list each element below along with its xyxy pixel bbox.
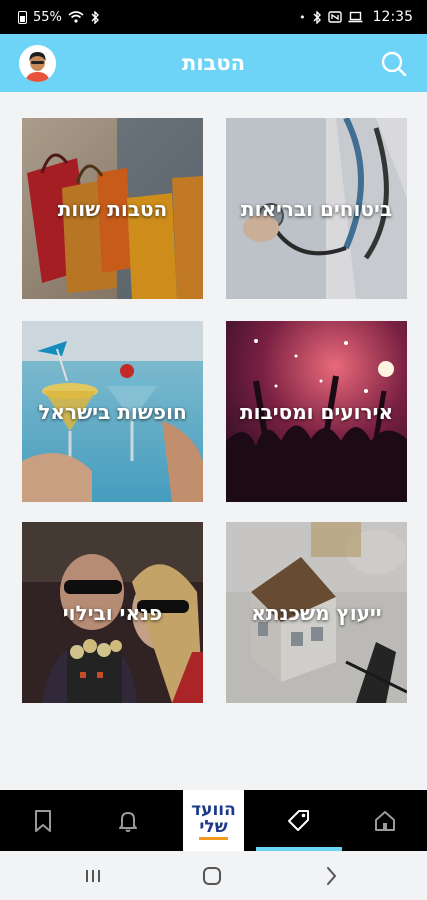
home-circle-icon[interactable]	[199, 863, 225, 889]
nav-bookmarks[interactable]	[0, 790, 85, 851]
nfc-icon	[327, 11, 342, 23]
nav-notifications[interactable]	[85, 790, 170, 851]
dot-icon: •	[299, 10, 306, 24]
back-chevron-icon[interactable]	[318, 863, 344, 889]
tile-events-parties[interactable]: אירועים ומסיבות	[226, 321, 407, 502]
wifi-icon	[68, 11, 84, 23]
tile-label: הטבות שוות	[57, 196, 168, 221]
app-header: הטבות	[0, 34, 427, 92]
tile-shopping[interactable]: הטבות שוות	[22, 118, 203, 299]
tag-icon	[288, 809, 309, 831]
status-right: • 12:35	[299, 9, 413, 25]
recents-icon[interactable]	[80, 863, 106, 889]
bottom-navigation: הוועד שלי	[0, 790, 427, 851]
battery-percent: 55%	[33, 9, 62, 25]
bluetooth-icon	[91, 10, 99, 24]
tile-label: פנאי ובילוי	[62, 600, 163, 625]
system-navigation	[0, 851, 427, 900]
tile-leisure[interactable]: פנאי ובילוי	[22, 522, 203, 703]
avatar-illustration	[19, 45, 56, 82]
search-icon	[381, 51, 407, 77]
app-screen: 55% • 12:35 הטבות הטבות שוות ביטוחים ובר…	[0, 0, 427, 900]
tile-label: חופשות בישראל	[38, 399, 187, 424]
bluetooth-icon	[313, 10, 321, 24]
tile-label: ביטוחים ובריאות	[240, 196, 393, 221]
battery-icon	[18, 10, 27, 24]
tile-mortgage[interactable]: ייעוץ משכנתא	[226, 522, 407, 703]
tile-label: ייעוץ משכנתא	[251, 600, 382, 625]
tile-vacations[interactable]: חופשות בישראל	[22, 321, 203, 502]
laptop-icon	[348, 11, 363, 23]
logo-line1: הוועד	[191, 799, 236, 820]
clock: 12:35	[372, 9, 413, 25]
logo-line2: שלי	[199, 818, 228, 840]
home-icon	[374, 810, 395, 831]
search-button[interactable]	[379, 49, 409, 79]
nav-logo[interactable]: הוועד שלי	[183, 790, 244, 851]
nav-home[interactable]	[342, 790, 427, 851]
tile-label: אירועים ומסיבות	[240, 399, 393, 424]
page-title: הטבות	[181, 51, 246, 75]
tile-insurance-health[interactable]: ביטוחים ובריאות	[226, 118, 407, 299]
user-avatar-icon[interactable]	[19, 45, 56, 82]
bell-icon	[118, 811, 137, 832]
status-left: 55%	[18, 10, 100, 25]
bookmark-icon	[34, 809, 51, 832]
nav-benefits[interactable]	[256, 790, 342, 851]
status-bar: 55% • 12:35	[0, 0, 427, 34]
